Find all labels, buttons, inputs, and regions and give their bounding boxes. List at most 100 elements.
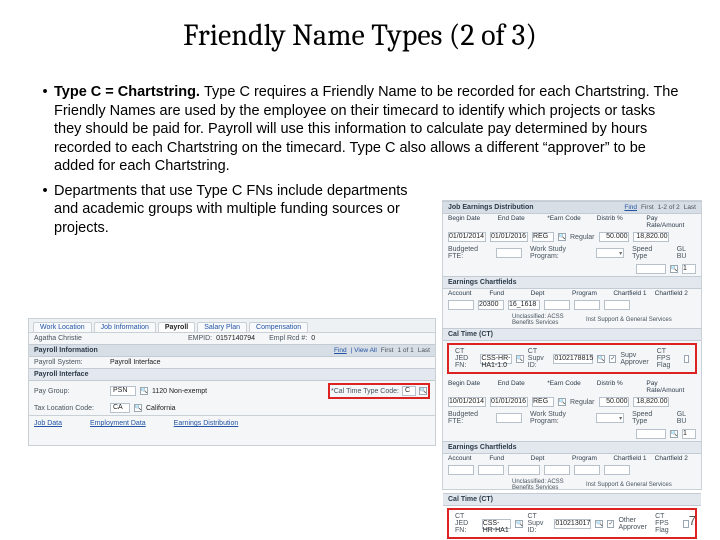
- end-date-input[interactable]: 01/01/2016: [490, 232, 528, 242]
- paysys-label: Payroll System:: [34, 359, 106, 366]
- ctjed-input[interactable]: CSS-HR-HA1: [482, 519, 512, 529]
- distpct-input[interactable]: 50.000: [599, 232, 629, 242]
- dept-input[interactable]: 16_1618: [508, 300, 540, 310]
- distpct-input[interactable]: 50.000: [599, 397, 629, 407]
- paygroup-label: Pay Group:: [34, 388, 106, 395]
- othapp-label: Other Approver: [618, 517, 647, 531]
- caltime-input[interactable]: C: [402, 386, 416, 396]
- caltime-highlight-2: CT JED FN: CSS-HR-HA1 🔍 CT Supv ID: 0102…: [447, 508, 697, 539]
- prog-desc: Inst Support & General Services: [586, 317, 672, 323]
- cf-col-labels: Account Fund Dept Program Chartfield 1 C…: [443, 289, 701, 298]
- speed-input[interactable]: [636, 264, 666, 274]
- tab-job-information[interactable]: Job Information: [94, 322, 156, 332]
- first-link[interactable]: First: [381, 347, 394, 354]
- chartfields-header-2: Earnings Chartfields: [443, 441, 701, 454]
- paygroup-row: Pay Group: PSN 🔍 1120 Non-exempt *Cal Ti…: [29, 381, 435, 401]
- slide: Friendly Name Types (2 of 3) • Type C = …: [0, 0, 720, 540]
- emp-header-row: Agatha Christie EMPID: 0157140794 Empl R…: [29, 333, 435, 344]
- lookup-icon[interactable]: 🔍: [134, 404, 142, 412]
- find-link[interactable]: Find: [624, 204, 637, 211]
- ctjed-input[interactable]: CSS-HR-HA1-1.0: [480, 354, 511, 364]
- caltime-label: *Cal Time Type Code:: [331, 388, 399, 395]
- lookup-icon[interactable]: 🔍: [558, 398, 566, 406]
- lookup-icon[interactable]: 🔍: [595, 520, 603, 528]
- page-number: 7: [689, 513, 696, 528]
- ctfps-checkbox[interactable]: [684, 355, 689, 363]
- lookup-icon[interactable]: 🔍: [670, 430, 678, 438]
- begin-date-input[interactable]: 01/01/2014: [448, 232, 486, 242]
- cf-cf2: Chartfield 2: [655, 290, 696, 297]
- speed-input[interactable]: [636, 429, 666, 439]
- lookup-icon[interactable]: 🔍: [419, 387, 427, 395]
- budfte-input[interactable]: [496, 413, 522, 423]
- paygroup-input[interactable]: PSN: [110, 386, 136, 396]
- cf-desc-row-2: Unclassified: ACSS Benefits Services Ins…: [443, 477, 701, 493]
- lookup-icon[interactable]: 🔍: [670, 265, 678, 273]
- prog-input[interactable]: [544, 465, 570, 475]
- payrate-input[interactable]: 18,820.00: [633, 232, 669, 242]
- lookup-icon[interactable]: 🔍: [140, 387, 148, 395]
- fund-input[interactable]: 20300: [478, 300, 504, 310]
- acct-input[interactable]: [448, 465, 474, 475]
- tab-payroll[interactable]: Payroll: [158, 322, 195, 332]
- dist-row-2: 10/01/2014 01/01/2016 REG 🔍 Regular 50.0…: [443, 395, 701, 409]
- lookup-icon[interactable]: 🔍: [516, 355, 524, 363]
- cf2-input[interactable]: [604, 465, 630, 475]
- ctsupv-input[interactable]: 0102178815: [553, 354, 593, 364]
- link-job-data[interactable]: Job Data: [34, 420, 62, 427]
- dist-col-labels-2: Begin Date End Date *Earn Code Distrib %…: [443, 379, 701, 395]
- paysys-value: Payroll Interface: [110, 359, 161, 366]
- end-date-input[interactable]: 01/01/2016: [490, 397, 528, 407]
- bullet-2-text: Departments that use Type C FNs include …: [54, 182, 416, 238]
- earn-code-input[interactable]: REG: [532, 397, 554, 407]
- budfte-input[interactable]: [496, 248, 522, 258]
- cf2-input[interactable]: [604, 300, 630, 310]
- link-employment-data[interactable]: Employment Data: [90, 420, 146, 427]
- other-approver-checkbox[interactable]: [607, 520, 614, 528]
- cf-row-2: [443, 463, 701, 477]
- begin-date-input[interactable]: 10/01/2014: [448, 397, 486, 407]
- earn-code-input[interactable]: REG: [532, 232, 554, 242]
- last-link[interactable]: Last: [418, 347, 430, 354]
- glbu-input[interactable]: 1: [682, 429, 696, 439]
- jed-title: Job Earnings Distribution: [448, 204, 534, 211]
- cf1-input[interactable]: [574, 465, 600, 475]
- speed-row: 🔍 1: [443, 262, 701, 276]
- tab-work-location[interactable]: Work Location: [33, 322, 92, 332]
- payroll-info-title: Payroll Information: [34, 347, 98, 354]
- count-text: 1-2 of 2: [658, 204, 680, 211]
- dept-input[interactable]: [508, 465, 540, 475]
- tab-compensation[interactable]: Compensation: [249, 322, 308, 332]
- lookup-icon[interactable]: 🔍: [597, 355, 605, 363]
- find-link[interactable]: Find: [334, 347, 347, 354]
- cf-program: Program: [572, 290, 613, 297]
- dept-desc: Unclassified: ACSS Benefits Services: [512, 314, 582, 326]
- wsp-label: Work Study Program:: [530, 246, 592, 260]
- prog-input[interactable]: [544, 300, 570, 310]
- paygroup-desc: 1120 Non-exempt: [152, 388, 207, 395]
- acct-input[interactable]: [448, 300, 474, 310]
- wsp-select[interactable]: [596, 413, 624, 423]
- lookup-icon[interactable]: 🔍: [515, 520, 523, 528]
- supv-approver-checkbox[interactable]: [609, 355, 616, 363]
- last-link[interactable]: Last: [684, 204, 696, 211]
- glbu-input[interactable]: 1: [682, 264, 696, 274]
- fund-input[interactable]: [478, 465, 504, 475]
- tab-salary-plan[interactable]: Salary Plan: [197, 322, 247, 332]
- link-earnings-dist[interactable]: Earnings Distribution: [174, 420, 239, 427]
- first-link[interactable]: First: [641, 204, 654, 211]
- emplrcd-value: 0: [311, 335, 315, 342]
- lookup-icon[interactable]: 🔍: [558, 233, 566, 241]
- wsp-select[interactable]: [596, 248, 624, 258]
- viewall-link[interactable]: | View All: [351, 347, 377, 354]
- emplrcd-label: Empl Rcd #:: [269, 335, 307, 342]
- taxloc-input[interactable]: CA: [110, 403, 130, 413]
- ctfps-label: CT FPS Flag: [657, 348, 680, 369]
- payrate-input[interactable]: 18,820.00: [633, 397, 669, 407]
- ctsupv-input[interactable]: 010213017: [554, 519, 591, 529]
- cf1-input[interactable]: [574, 300, 600, 310]
- caltime-header-1: Cal Time (CT): [443, 328, 701, 341]
- cf-account: Account: [448, 290, 489, 297]
- budfte-row-2: Budgeted FTE: Work Study Program: Speed …: [443, 409, 701, 427]
- slide-title: Friendly Name Types (2 of 3): [0, 0, 720, 53]
